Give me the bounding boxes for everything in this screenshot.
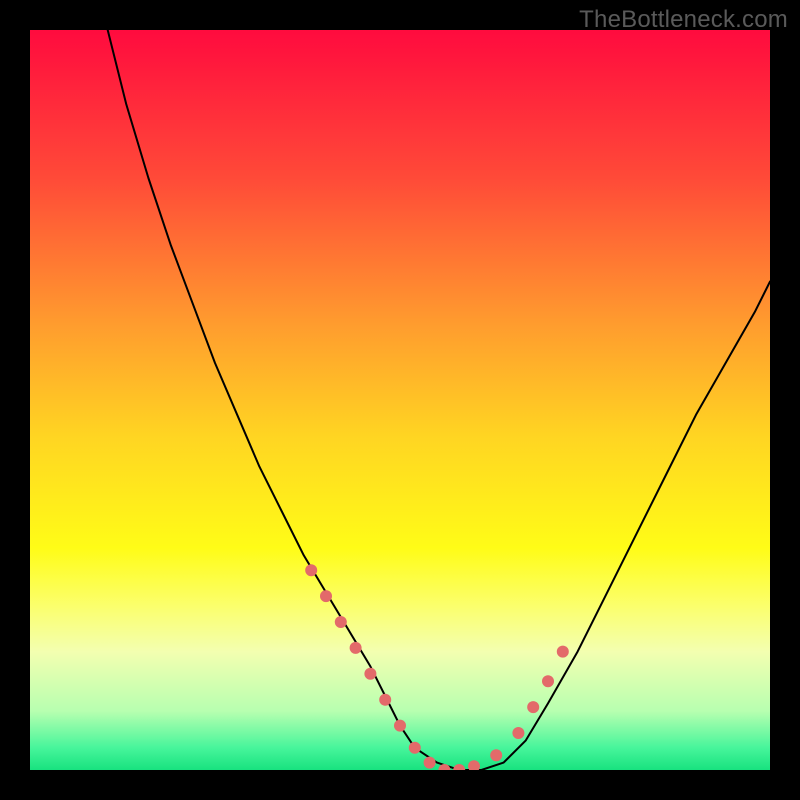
chart-overlay xyxy=(30,30,770,770)
chart-plot-area xyxy=(30,30,770,770)
match-markers xyxy=(305,564,569,770)
watermark-text: TheBottleneck.com xyxy=(579,6,788,34)
bottleneck-curve xyxy=(108,30,770,770)
